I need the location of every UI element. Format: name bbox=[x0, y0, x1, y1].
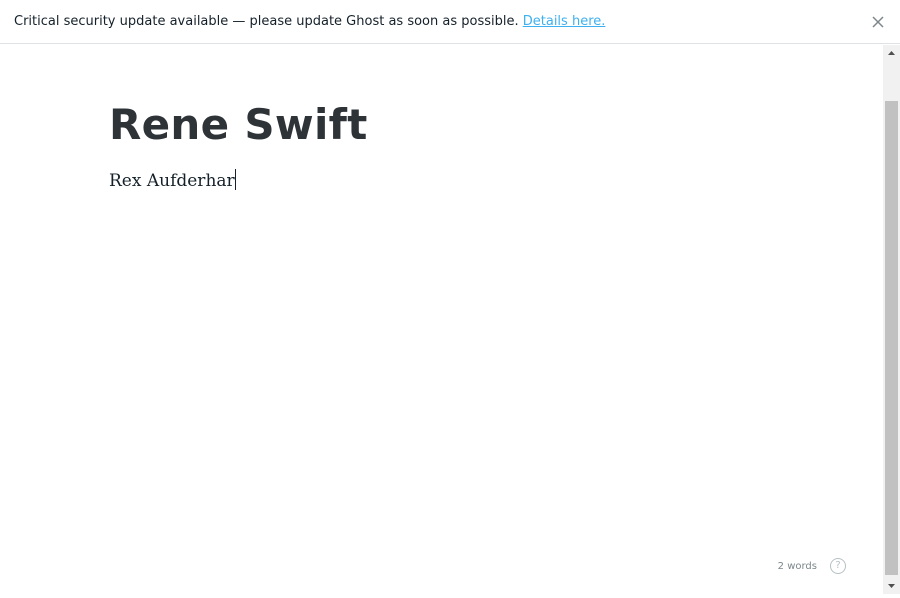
scroll-down-arrow-icon[interactable] bbox=[883, 577, 900, 594]
close-icon[interactable] bbox=[868, 12, 888, 32]
security-update-banner: Critical security update available — ple… bbox=[0, 0, 900, 44]
word-count: 2 words bbox=[777, 561, 817, 572]
help-icon[interactable]: ? bbox=[830, 558, 846, 574]
text-caret bbox=[234, 169, 236, 190]
post-title[interactable]: Rene Swift bbox=[109, 97, 368, 153]
scroll-up-arrow-icon[interactable] bbox=[883, 45, 900, 62]
details-link[interactable]: Details here. bbox=[523, 14, 606, 29]
post-body-text[interactable]: Rex Aufderhar bbox=[109, 171, 235, 191]
banner-message: Critical security update available — ple… bbox=[14, 14, 605, 30]
post-editor[interactable]: Rene Swift Rex Aufderhar 2 words ? bbox=[0, 45, 883, 594]
scrollbar-thumb[interactable] bbox=[885, 101, 898, 575]
post-body[interactable]: Rex Aufderhar bbox=[109, 169, 236, 193]
banner-message-text: Critical security update available — ple… bbox=[14, 14, 523, 29]
vertical-scrollbar[interactable] bbox=[883, 45, 900, 594]
